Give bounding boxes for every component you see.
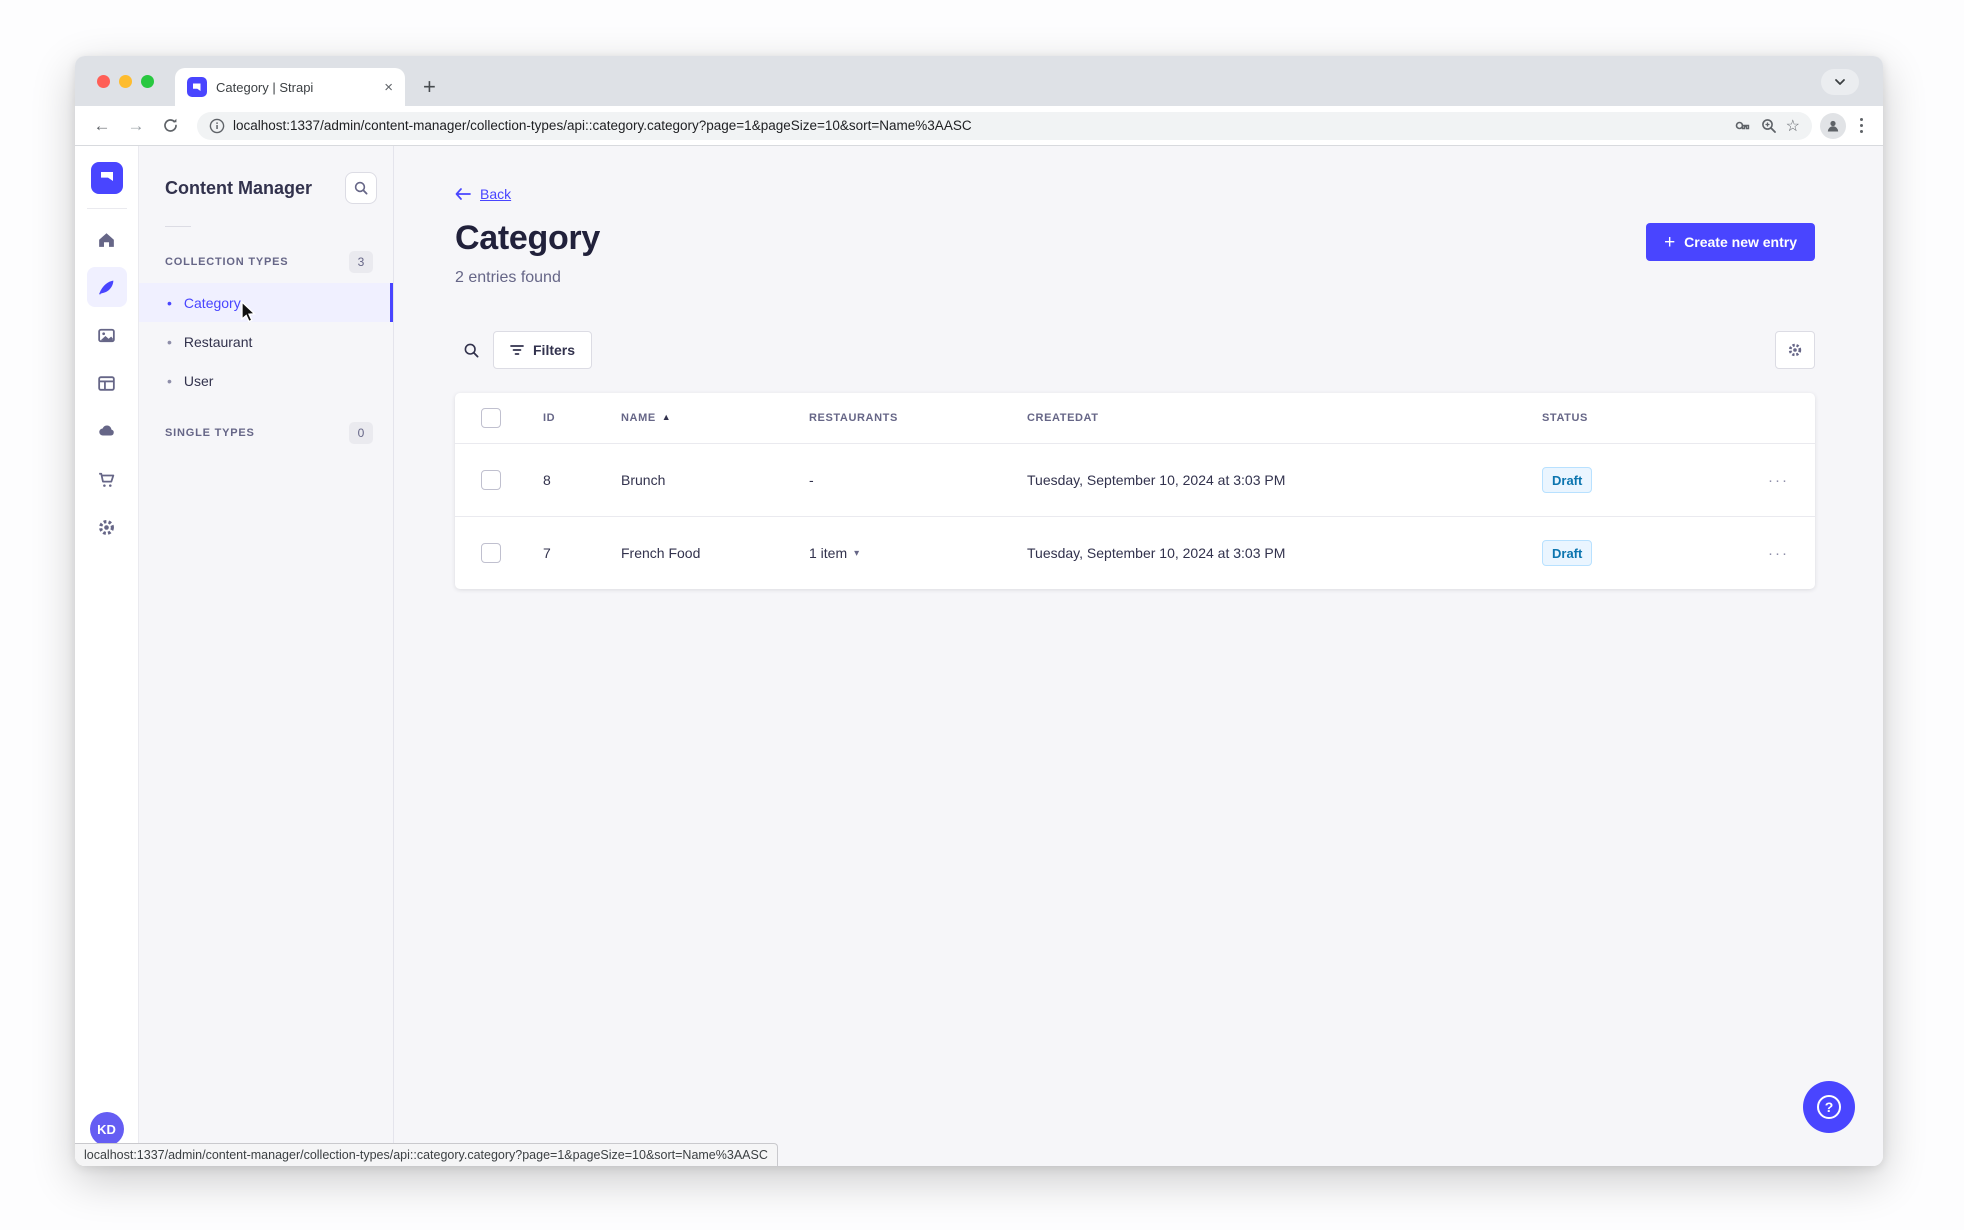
browser-window: Category | Strapi × + ← → localhost:1337… (75, 56, 1883, 1166)
table-row[interactable]: 7 French Food 1 item ▾ Tuesday, Septembe… (455, 516, 1815, 589)
reload-icon[interactable] (157, 113, 183, 139)
row-actions-menu-icon[interactable]: ··· (1724, 545, 1815, 562)
sidebar-item-label: Restaurant (183, 333, 253, 350)
back-arrow-icon (455, 188, 471, 200)
single-types-label: SINGLE TYPES (165, 427, 255, 439)
cell-createdat: Tuesday, September 10, 2024 at 3:03 PM (1027, 472, 1286, 488)
column-header-id[interactable]: ID (527, 412, 605, 424)
table-header-row: ID NAME ▲ RESTAURANTS CREATEDAT STATUS (455, 393, 1815, 443)
help-button[interactable]: ? (1803, 1081, 1855, 1133)
new-tab-button[interactable]: + (423, 69, 436, 105)
action-bar: Filters (455, 331, 1815, 369)
question-icon: ? (1817, 1095, 1841, 1119)
entries-count: 2 entries found (455, 269, 561, 286)
cell-createdat: Tuesday, September 10, 2024 at 3:03 PM (1027, 545, 1286, 561)
home-icon[interactable] (87, 219, 127, 259)
forward-icon[interactable]: → (123, 113, 149, 139)
sidebar-item-label: User (183, 372, 214, 389)
sidebar-item-label: Category (183, 294, 241, 311)
content-type-builder-icon[interactable] (87, 363, 127, 403)
row-checkbox[interactable] (481, 543, 501, 563)
user-avatar[interactable]: KD (89, 1112, 124, 1146)
cell-id: 8 (543, 472, 551, 488)
collection-types-count-badge: 3 (349, 251, 373, 273)
bullet-icon: • (167, 294, 172, 311)
marketplace-cart-icon[interactable] (87, 459, 127, 499)
password-key-icon[interactable] (1733, 116, 1752, 135)
table-search-icon[interactable] (455, 334, 487, 366)
tab-close-icon[interactable]: × (382, 79, 395, 96)
sort-asc-icon: ▲ (661, 412, 672, 422)
address-bar[interactable]: localhost:1337/admin/content-manager/col… (197, 111, 1812, 140)
bookmark-star-icon[interactable]: ☆ (1786, 116, 1800, 136)
column-header-name[interactable]: NAME ▲ (605, 412, 793, 424)
row-checkbox[interactable] (481, 470, 501, 490)
single-types-count-badge: 0 (349, 422, 373, 444)
main-content: Back Category + Create new entry 2 entri… (394, 146, 1883, 1166)
plus-icon: + (1664, 231, 1676, 253)
url-text[interactable]: localhost:1337/admin/content-manager/col… (233, 118, 1725, 133)
collection-types-label: COLLECTION TYPES (165, 256, 289, 268)
back-icon[interactable]: ← (89, 113, 115, 139)
strapi-logo[interactable] (90, 162, 123, 194)
browser-profile-icon[interactable] (1820, 112, 1846, 139)
chevron-down-icon: ▾ (854, 547, 860, 559)
create-new-entry-button[interactable]: + Create new entry (1646, 223, 1815, 261)
nav-divider (86, 208, 127, 209)
sidebar-item-user[interactable]: • User (139, 361, 393, 400)
main-nav-rail: KD (75, 146, 139, 1166)
divider (165, 226, 191, 227)
cloud-icon[interactable] (87, 411, 127, 451)
cell-name: Brunch (621, 472, 666, 488)
zoom-icon[interactable] (1760, 117, 1778, 135)
view-settings-button[interactable] (1775, 331, 1815, 369)
relation-count-toggle[interactable]: 1 item ▾ (809, 545, 859, 561)
close-window-button[interactable] (97, 75, 110, 88)
column-header-createdat[interactable]: CREATEDAT (1011, 412, 1526, 424)
bullet-icon: • (167, 372, 172, 389)
table-row[interactable]: 8 Brunch - Tuesday, September 10, 2024 a… (455, 443, 1815, 516)
status-bar-url: localhost:1337/admin/content-manager/col… (75, 1143, 778, 1166)
browser-toolbar: ← → localhost:1337/admin/content-manager… (75, 106, 1883, 146)
content-manager-icon[interactable] (86, 267, 127, 307)
row-actions-menu-icon[interactable]: ··· (1724, 472, 1815, 489)
select-all-checkbox[interactable] (481, 408, 501, 428)
tab-search-chevron-icon[interactable] (1821, 69, 1859, 95)
cell-name: French Food (621, 545, 701, 561)
page-info-icon[interactable] (209, 118, 225, 134)
filter-icon (510, 345, 524, 355)
strapi-admin-app: KD Content Manager COLLECTION TYPES 3 • … (75, 146, 1883, 1166)
status-badge: Draft (1542, 540, 1593, 566)
browser-menu-kebab-icon[interactable] (1854, 118, 1869, 133)
sidebar-item-restaurant[interactable]: • Restaurant (139, 322, 393, 361)
browser-tab-strip: Category | Strapi × + (75, 56, 1883, 106)
settings-gear-icon[interactable] (87, 507, 127, 547)
sidebar-item-category[interactable]: • Category (139, 283, 393, 322)
window-controls (97, 75, 154, 88)
gear-icon (1788, 343, 1802, 357)
back-link[interactable]: Back (455, 186, 511, 202)
column-header-restaurants[interactable]: RESTAURANTS (793, 412, 1011, 424)
subnav-search-button[interactable] (345, 172, 377, 204)
strapi-favicon (187, 77, 207, 97)
subnav-title: Content Manager (165, 177, 313, 198)
browser-tab[interactable]: Category | Strapi × (175, 68, 405, 106)
status-badge: Draft (1542, 467, 1593, 493)
media-library-icon[interactable] (87, 315, 127, 355)
cell-id: 7 (543, 545, 551, 561)
cell-restaurants: - (809, 472, 814, 488)
column-header-status[interactable]: STATUS (1526, 412, 1724, 424)
tab-title: Category | Strapi (216, 79, 314, 95)
bullet-icon: • (167, 333, 172, 350)
maximize-window-button[interactable] (141, 75, 154, 88)
page-title: Category (455, 219, 600, 257)
content-manager-subnav: Content Manager COLLECTION TYPES 3 • Cat… (139, 146, 394, 1166)
filters-button[interactable]: Filters (493, 331, 593, 369)
minimize-window-button[interactable] (119, 75, 132, 88)
entries-table: ID NAME ▲ RESTAURANTS CREATEDAT STATUS 8 … (455, 393, 1815, 589)
